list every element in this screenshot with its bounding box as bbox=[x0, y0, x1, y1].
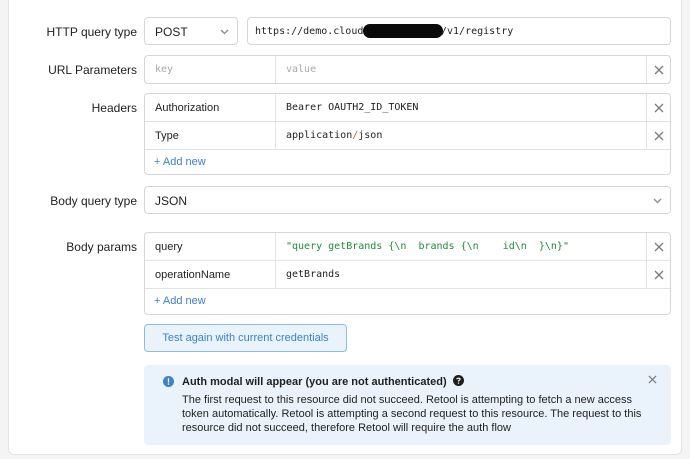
close-icon bbox=[654, 270, 663, 279]
header-key-input[interactable]: Authorization bbox=[145, 94, 275, 121]
close-icon bbox=[654, 242, 663, 251]
help-icon[interactable] bbox=[452, 375, 464, 386]
remove-url-param-button[interactable] bbox=[646, 56, 670, 83]
close-icon bbox=[654, 65, 663, 74]
body-type-select[interactable]: JSON bbox=[144, 186, 671, 214]
url-param-value-input[interactable]: value bbox=[276, 56, 646, 83]
header-value-part: json bbox=[358, 130, 383, 141]
chevron-down-icon bbox=[653, 198, 662, 204]
close-icon bbox=[654, 131, 663, 140]
alert-body: The first request to this resource did n… bbox=[182, 394, 642, 434]
url-suffix: /v1/registry bbox=[441, 26, 514, 37]
url-parameters-label: URL Parameters bbox=[48, 63, 137, 77]
body-params-label: Body params bbox=[66, 240, 137, 254]
add-header-button[interactable]: + Add new bbox=[154, 156, 206, 168]
redacted-scribble bbox=[363, 24, 443, 38]
remove-header-button[interactable] bbox=[646, 94, 670, 121]
body-params-table: query "query getBrands {\n brands {\n id… bbox=[144, 232, 671, 315]
body-type-value: JSON bbox=[155, 194, 188, 208]
add-body-param-button[interactable]: + Add new bbox=[154, 295, 206, 307]
table-row: query "query getBrands {\n brands {\n id… bbox=[145, 233, 670, 261]
http-method-value: POST bbox=[155, 25, 188, 39]
test-credentials-button[interactable]: Test again with current credentials bbox=[144, 324, 347, 352]
header-value-input[interactable]: application / json bbox=[276, 122, 646, 149]
close-icon bbox=[654, 103, 663, 112]
alert-title-text: Auth modal will appear (you are not auth… bbox=[182, 376, 447, 388]
body-param-value-input[interactable]: getBrands bbox=[276, 261, 646, 288]
body-query-type-label: Body query type bbox=[50, 194, 137, 208]
body-param-key-input[interactable]: operationName bbox=[145, 261, 275, 288]
headers-label: Headers bbox=[91, 101, 137, 115]
url-input[interactable]: https://demo.cloud /v1/registry bbox=[247, 17, 671, 45]
table-row: Authorization Bearer OAUTH2_ID_TOKEN bbox=[145, 94, 670, 122]
table-row: operationName getBrands bbox=[145, 261, 670, 289]
http-method-select[interactable]: POST bbox=[144, 17, 238, 45]
http-query-type-label: HTTP query type bbox=[46, 25, 137, 39]
header-value-input[interactable]: Bearer OAUTH2_ID_TOKEN bbox=[276, 94, 646, 121]
body-param-key-input[interactable]: query bbox=[145, 233, 275, 260]
resource-config-card: HTTP query type POST https://demo.cloud … bbox=[8, 0, 682, 455]
table-row: Type application / json bbox=[145, 122, 670, 150]
chevron-down-icon bbox=[220, 29, 229, 35]
url-prefix: https://demo.cloud bbox=[255, 26, 364, 37]
remove-header-button[interactable] bbox=[646, 122, 670, 149]
headers-table: Authorization Bearer OAUTH2_ID_TOKEN Typ… bbox=[144, 93, 671, 175]
alert-title: Auth modal will appear (you are not auth… bbox=[182, 375, 464, 388]
url-parameters-table: key value bbox=[144, 55, 671, 84]
header-value-part: application bbox=[286, 130, 353, 141]
info-icon bbox=[163, 376, 174, 387]
body-param-value-input[interactable]: "query getBrands {\n brands {\n id\n }\n… bbox=[276, 233, 646, 260]
remove-body-param-button[interactable] bbox=[646, 233, 670, 260]
header-key-input[interactable]: Type bbox=[145, 122, 275, 149]
auth-info-alert: Auth modal will appear (you are not auth… bbox=[144, 365, 671, 445]
url-param-key-input[interactable]: key bbox=[145, 56, 275, 83]
close-alert-icon[interactable] bbox=[648, 375, 657, 384]
remove-body-param-button[interactable] bbox=[646, 261, 670, 288]
